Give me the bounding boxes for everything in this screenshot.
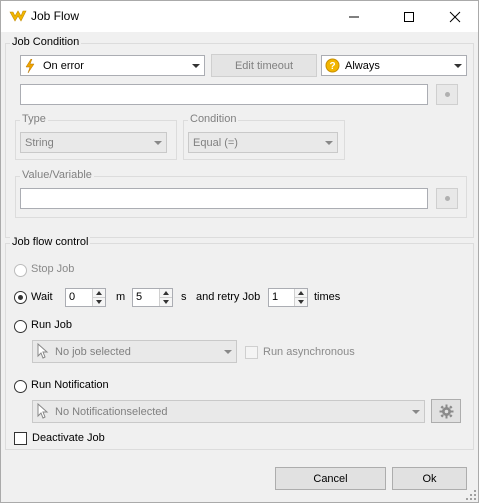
ok-button[interactable]: Ok xyxy=(392,467,467,490)
dot-icon xyxy=(445,92,450,97)
edit-timeout-label: Edit timeout xyxy=(234,59,294,72)
run-notification-label: Run Notification xyxy=(31,379,109,391)
job-flow-control-title: Job flow control xyxy=(10,236,91,248)
frequency-select-value: Always xyxy=(345,60,380,72)
run-notification-radio[interactable] xyxy=(14,380,27,393)
arrow-down-icon xyxy=(163,300,169,304)
run-job-radio[interactable] xyxy=(14,320,27,333)
wait-label: Wait xyxy=(31,291,53,303)
edit-timeout-button[interactable]: Edit timeout xyxy=(211,54,317,77)
minimize-button[interactable] xyxy=(336,1,372,32)
stop-job-radio[interactable] xyxy=(14,264,27,277)
arrow-up-icon xyxy=(163,291,169,295)
notification-select-value: No Notificationselected xyxy=(55,406,168,418)
arrow-up-icon xyxy=(96,291,102,295)
job-select[interactable]: No job selected xyxy=(32,340,237,363)
minutes-unit-label: m xyxy=(116,291,126,303)
stepper-arrows[interactable] xyxy=(159,289,172,306)
wait-minutes-value: 0 xyxy=(69,291,76,303)
value-variable-browse-button[interactable] xyxy=(436,188,458,209)
chevron-down-icon xyxy=(412,410,420,414)
chevron-down-icon xyxy=(192,64,200,68)
frequency-select[interactable]: ? Always xyxy=(321,55,467,76)
chevron-down-icon xyxy=(325,141,333,145)
condition-select[interactable]: Equal (=) xyxy=(188,132,338,153)
trigger-select[interactable]: On error xyxy=(20,55,205,76)
condition-group-title: Condition xyxy=(188,113,239,125)
wait-minutes-stepper[interactable]: 0 xyxy=(65,288,106,307)
trigger-select-value: On error xyxy=(43,60,84,72)
stepper-arrows[interactable] xyxy=(92,289,105,306)
value-variable-input[interactable] xyxy=(20,188,428,209)
chevron-down-icon xyxy=(454,64,462,68)
job-select-value: No job selected xyxy=(55,346,131,358)
dot-icon xyxy=(445,196,450,201)
arrow-down-icon xyxy=(96,300,102,304)
notification-settings-button[interactable] xyxy=(431,399,461,423)
stop-job-label: Stop Job xyxy=(31,263,75,275)
retry-label: and retry Job xyxy=(196,291,261,303)
lightning-icon xyxy=(25,59,35,73)
deactivate-job-label: Deactivate Job xyxy=(32,432,105,444)
notification-select[interactable]: No Notificationselected xyxy=(32,400,425,423)
times-label: times xyxy=(314,291,341,303)
svg-text:?: ? xyxy=(329,61,335,72)
wait-seconds-stepper[interactable]: 5 xyxy=(132,288,173,307)
seconds-unit-label: s xyxy=(181,291,187,303)
close-button[interactable] xyxy=(437,1,473,32)
condition-expression-browse-button[interactable] xyxy=(436,84,458,105)
condition-expression-input[interactable] xyxy=(20,84,428,105)
run-async-checkbox[interactable] xyxy=(245,346,258,359)
cancel-label: Cancel xyxy=(313,472,348,485)
cursor-icon xyxy=(37,343,49,359)
chevron-down-icon xyxy=(154,141,162,145)
arrow-up-icon xyxy=(298,291,304,295)
condition-select-value: Equal (=) xyxy=(193,137,238,149)
divider xyxy=(295,297,307,298)
resize-grip-icon[interactable] xyxy=(466,490,476,500)
type-select-value: String xyxy=(25,137,54,149)
run-async-label: Run asynchronous xyxy=(263,346,355,358)
retry-times-stepper[interactable]: 1 xyxy=(268,288,308,307)
deactivate-job-checkbox[interactable] xyxy=(14,432,27,445)
job-condition-title: Job Condition xyxy=(10,36,82,48)
wait-seconds-value: 5 xyxy=(136,291,143,303)
chevron-down-icon xyxy=(224,350,232,354)
maximize-button[interactable] xyxy=(391,1,427,32)
retry-times-value: 1 xyxy=(272,291,279,303)
cursor-icon xyxy=(37,403,49,419)
divider xyxy=(93,297,105,298)
arrow-down-icon xyxy=(298,300,304,304)
run-job-label: Run Job xyxy=(31,319,72,331)
job-flow-dialog: Job Flow Job Condition On error Edit tim… xyxy=(0,0,479,503)
type-group-title: Type xyxy=(20,113,48,125)
gear-icon xyxy=(439,404,454,419)
type-select[interactable]: String xyxy=(20,132,167,153)
minimize-icon xyxy=(349,16,359,17)
window-title: Job Flow xyxy=(31,9,80,23)
question-icon: ? xyxy=(325,58,340,73)
divider xyxy=(160,297,172,298)
value-variable-title: Value/Variable xyxy=(20,169,94,181)
wait-radio[interactable] xyxy=(14,291,27,304)
maximize-icon xyxy=(404,11,414,22)
app-logo-icon xyxy=(9,10,27,22)
cancel-button[interactable]: Cancel xyxy=(275,467,386,490)
stepper-arrows[interactable] xyxy=(294,289,307,306)
close-icon xyxy=(449,11,461,22)
ok-label: Ok xyxy=(422,472,437,485)
title-bar: Job Flow xyxy=(1,1,478,32)
